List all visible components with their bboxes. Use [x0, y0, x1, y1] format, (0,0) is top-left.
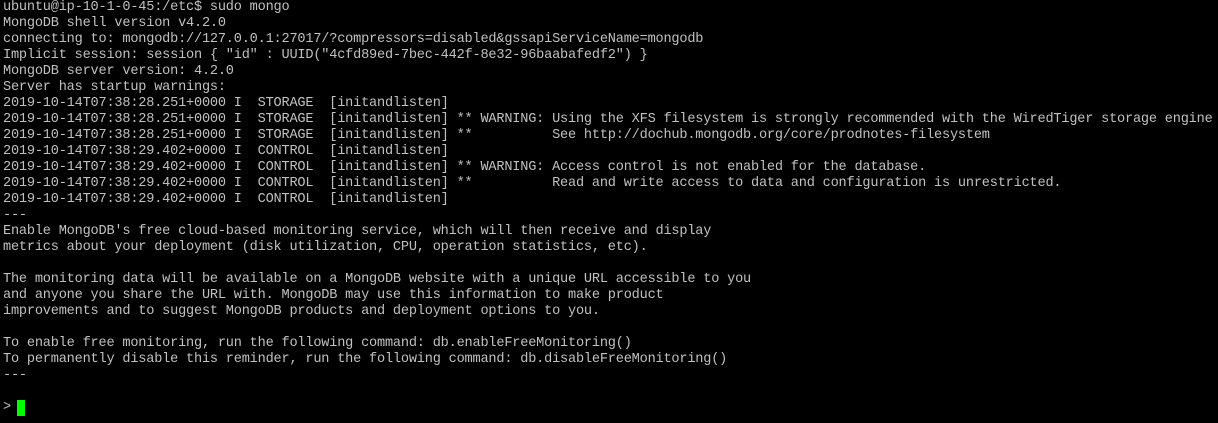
terminal-line: MongoDB shell version v4.2.0 [3, 16, 226, 31]
terminal-line: 2019-10-14T07:38:29.402+0000 I CONTROL [… [3, 176, 1062, 191]
terminal-line: connecting to: mongodb://127.0.0.1:27017… [3, 32, 704, 47]
terminal-line: --- [3, 208, 27, 223]
terminal-line: 2019-10-14T07:38:28.251+0000 I STORAGE [… [3, 96, 449, 111]
terminal-line: 2019-10-14T07:38:28.251+0000 I STORAGE [… [3, 112, 1213, 127]
shell-prompt: > [3, 400, 11, 415]
terminal-window[interactable]: ubuntu@ip-10-1-0-45:/etc$ sudo mongo Mon… [0, 0, 1218, 423]
shell-prompt-line[interactable]: > [3, 400, 1218, 416]
terminal-line: 2019-10-14T07:38:29.402+0000 I CONTROL [… [3, 192, 449, 207]
terminal-line: 2019-10-14T07:38:29.402+0000 I CONTROL [… [3, 144, 449, 159]
terminal-line: To enable free monitoring, run the follo… [3, 336, 632, 351]
text-cursor [16, 400, 25, 416]
terminal-line: The monitoring data will be available on… [3, 272, 752, 287]
terminal-line: --- [3, 368, 27, 383]
terminal-line: improvements and to suggest MongoDB prod… [3, 304, 600, 319]
terminal-line: 2019-10-14T07:38:28.251+0000 I STORAGE [… [3, 128, 990, 143]
terminal-line: Implicit session: session { "id" : UUID(… [3, 48, 648, 63]
terminal-line: and anyone you share the URL with. Mongo… [3, 288, 664, 303]
terminal-line: ubuntu@ip-10-1-0-45:/etc$ sudo mongo [3, 0, 290, 15]
terminal-line: Enable MongoDB's free cloud-based monito… [3, 224, 712, 239]
terminal-line: MongoDB server version: 4.2.0 [3, 64, 234, 79]
terminal-line: To permanently disable this reminder, ru… [3, 352, 728, 367]
terminal-line: metrics about your deployment (disk util… [3, 240, 648, 255]
terminal-line: Server has startup warnings: [3, 80, 226, 95]
terminal-line: 2019-10-14T07:38:29.402+0000 I CONTROL [… [3, 160, 927, 175]
